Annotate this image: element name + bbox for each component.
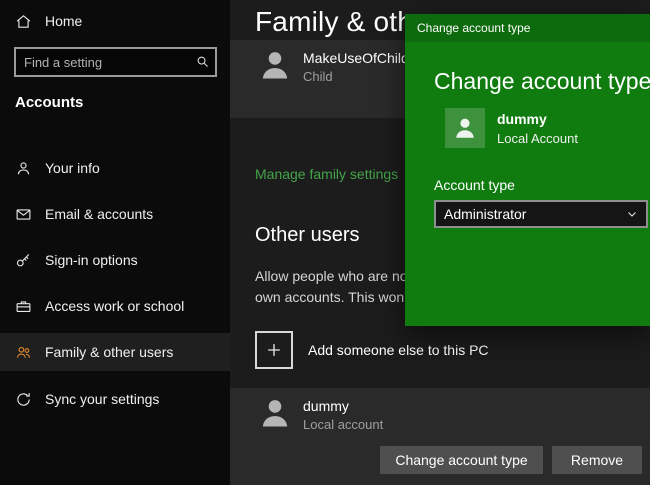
other-user-avatar bbox=[257, 395, 293, 431]
family-user-type: Child bbox=[303, 69, 333, 84]
sidebar-item-family-other-users[interactable]: Family & other users bbox=[0, 333, 230, 371]
other-user-name: dummy bbox=[303, 398, 349, 414]
dialog-user-type: Local Account bbox=[497, 131, 578, 146]
search-box bbox=[14, 47, 217, 77]
add-user-button[interactable] bbox=[255, 331, 293, 369]
account-type-label: Account type bbox=[434, 177, 515, 193]
add-user-label[interactable]: Add someone else to this PC bbox=[308, 342, 489, 358]
sidebar-item-label: Email & accounts bbox=[45, 206, 153, 222]
key-icon bbox=[15, 252, 32, 269]
sidebar-item-label: Access work or school bbox=[45, 298, 184, 314]
dialog-titlebar-label: Change account type bbox=[417, 21, 530, 35]
other-user-type: Local account bbox=[303, 417, 383, 432]
person-icon bbox=[15, 160, 32, 177]
sidebar-section-heading: Accounts bbox=[15, 94, 83, 111]
sidebar-item-label: Family & other users bbox=[45, 344, 173, 360]
plus-icon bbox=[264, 340, 284, 360]
briefcase-icon bbox=[15, 298, 32, 315]
sidebar-item-your-info[interactable]: Your info bbox=[0, 149, 230, 187]
dialog-user-name: dummy bbox=[497, 111, 547, 127]
dialog-titlebar: Change account type bbox=[405, 14, 650, 42]
sync-icon bbox=[15, 391, 32, 408]
manage-family-settings-link[interactable]: Manage family settings bbox=[255, 166, 398, 182]
change-account-type-button[interactable]: Change account type bbox=[380, 446, 543, 474]
change-account-type-dialog: Change account type Change account type … bbox=[405, 14, 650, 326]
sidebar-item-home[interactable]: Home bbox=[15, 8, 82, 34]
settings-window: Home Accounts Your info Email & accounts bbox=[0, 0, 650, 485]
people-icon bbox=[15, 344, 32, 361]
sidebar-item-label: Sign-in options bbox=[45, 252, 138, 268]
chevron-down-icon bbox=[626, 208, 638, 220]
account-type-selected-value: Administrator bbox=[444, 206, 526, 222]
home-icon bbox=[15, 13, 32, 30]
sidebar-item-label: Sync your settings bbox=[45, 391, 159, 407]
sidebar-item-sign-in-options[interactable]: Sign-in options bbox=[0, 241, 230, 279]
family-user-name: MakeUseOfChild bbox=[303, 50, 409, 66]
sidebar-item-sync-settings[interactable]: Sync your settings bbox=[0, 380, 230, 418]
sidebar-item-access-work-school[interactable]: Access work or school bbox=[0, 287, 230, 325]
sidebar: Home Accounts Your info Email & accounts bbox=[0, 0, 230, 485]
sidebar-item-label: Your info bbox=[45, 160, 100, 176]
account-type-dropdown[interactable]: Administrator bbox=[434, 200, 648, 228]
dialog-user-avatar bbox=[445, 108, 485, 148]
other-users-heading: Other users bbox=[255, 224, 359, 247]
sidebar-home-label: Home bbox=[45, 13, 82, 29]
envelope-icon bbox=[15, 206, 32, 223]
remove-button[interactable]: Remove bbox=[552, 446, 642, 474]
sidebar-item-email-accounts[interactable]: Email & accounts bbox=[0, 195, 230, 233]
search-input[interactable] bbox=[14, 47, 217, 77]
family-user-avatar bbox=[257, 47, 293, 83]
dialog-heading: Change account type bbox=[434, 68, 650, 95]
